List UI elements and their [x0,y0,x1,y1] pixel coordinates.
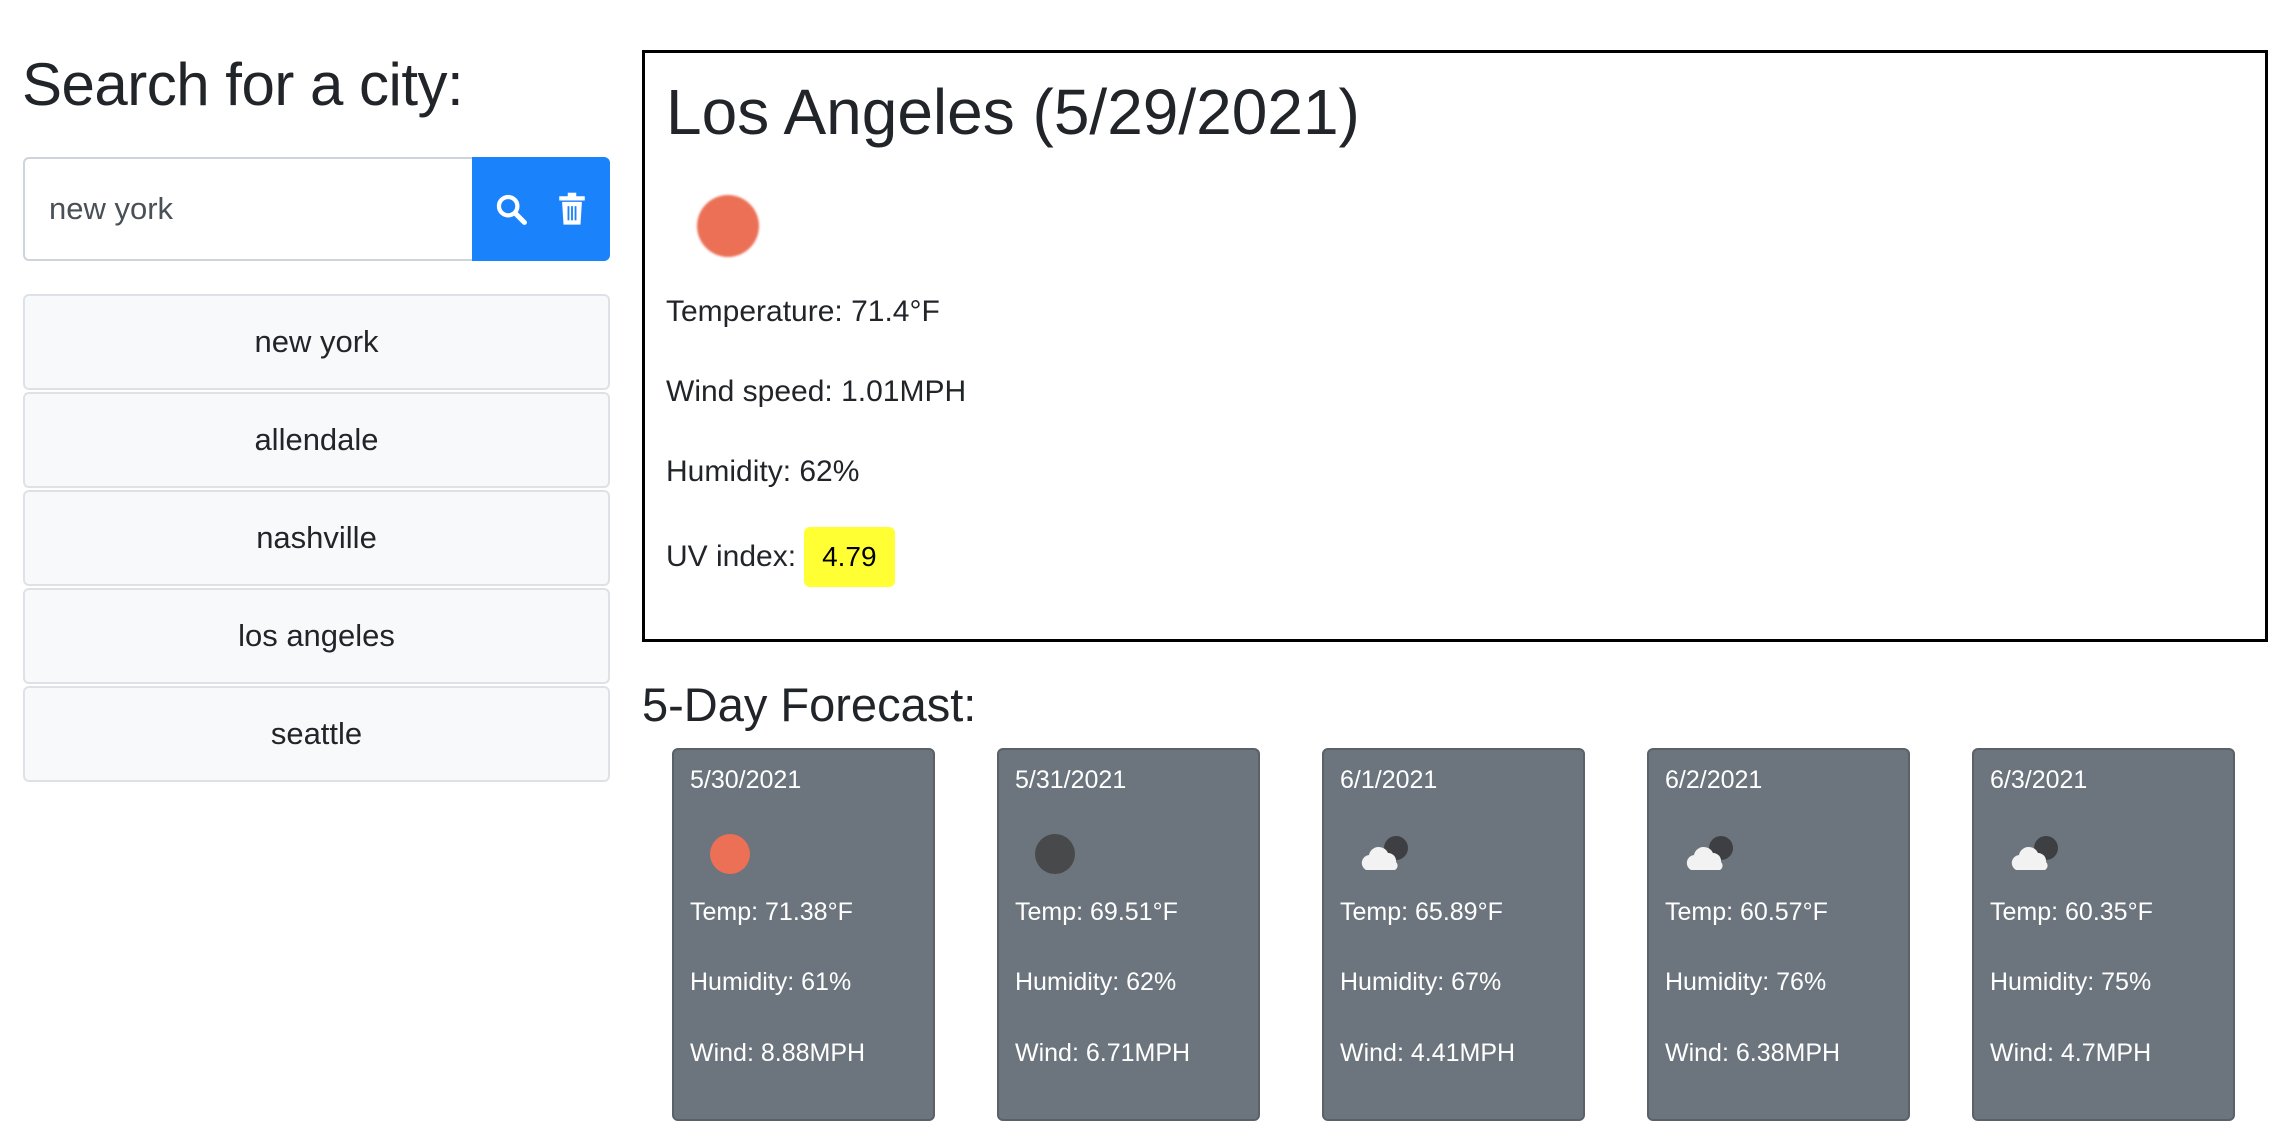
forecast-wind: Wind: 4.7MPH [1990,1039,2152,1067]
trash-icon [558,192,585,225]
city-title: Los Angeles (5/29/2021) [666,76,1360,148]
forecast-date: 6/2/2021 [1665,766,1763,794]
forecast-wind: Wind: 6.71MPH [1015,1039,1191,1067]
history-item[interactable]: los angeles [23,588,610,684]
forecast-temp: Temp: 65.89°F [1340,898,1503,926]
forecast-humidity: Humidity: 67% [1340,968,1502,996]
forecast-card: 5/31/2021 Temp: 69.51°F Humidity: 62% Wind:… [997,748,1260,1121]
current-wind: Wind speed: 1.01MPH [666,375,967,408]
cloud-night-icon [2008,832,2058,876]
forecast-wind: Wind: 6.38MPH [1665,1039,1841,1067]
history-item[interactable]: new york [23,294,610,390]
forecast-humidity: Humidity: 76% [1665,968,1827,996]
search-heading: Search for a city: [22,51,464,118]
forecast-humidity: Humidity: 75% [1990,968,2152,996]
forecast-date: 6/1/2021 [1340,766,1438,794]
forecast-temp: Temp: 71.38°F [690,898,853,926]
cloud-night-icon [1358,832,1408,876]
forecast-humidity: Humidity: 61% [690,968,852,996]
forecast-temp: Temp: 60.57°F [1665,898,1828,926]
forecast-date: 6/3/2021 [1990,766,2088,794]
current-uv: UV index: 4.79 [666,527,895,587]
forecast-temp: Temp: 60.35°F [1990,898,2153,926]
forecast-card: 5/30/2021 Temp: 71.38°F Humidity: 61% Wind:… [672,748,935,1121]
uv-label: UV index: [666,540,797,573]
search-button[interactable] [486,184,536,234]
forecast-humidity: Humidity: 62% [1015,968,1177,996]
forecast-date: 5/31/2021 [1015,766,1127,794]
uv-badge: 4.79 [804,527,895,587]
forecast-card: 6/3/2021 Temp: 60.35°F Humidity: 75% Wind: … [1972,748,2235,1121]
current-temperature: Temperature: 71.4°F [666,295,940,328]
current-humidity: Humidity: 62% [666,455,860,488]
city-search-input[interactable] [23,157,472,261]
forecast-wind: Wind: 4.41MPH [1340,1039,1516,1067]
cloud-night-icon [1683,832,1733,876]
forecast-date: 5/30/2021 [690,766,802,794]
forecast-temp: Temp: 69.51°F [1015,898,1178,926]
moon-icon [1033,832,1077,876]
forecast-heading: 5-Day Forecast: [642,678,977,731]
history-item[interactable]: allendale [23,392,610,488]
search-buttons [472,157,610,261]
sun-icon [708,832,752,876]
search-group [23,157,610,261]
forecast-card: 6/2/2021 Temp: 60.57°F Humidity: 76% Wind: … [1647,748,1910,1121]
search-history-list: new york allendale nashville los angeles… [23,294,610,784]
current-weather-panel: Los Angeles (5/29/2021) Temperature: 71.… [642,50,2268,642]
clear-sky-day-icon [697,195,759,257]
forecast-wind: Wind: 8.88MPH [690,1039,866,1067]
history-item[interactable]: seattle [23,686,610,782]
history-item[interactable]: nashville [23,490,610,586]
forecast-card: 6/1/2021 Temp: 65.89°F Humidity: 67% Wind: … [1322,748,1585,1121]
clear-history-button[interactable] [547,184,597,234]
search-icon [496,194,527,225]
